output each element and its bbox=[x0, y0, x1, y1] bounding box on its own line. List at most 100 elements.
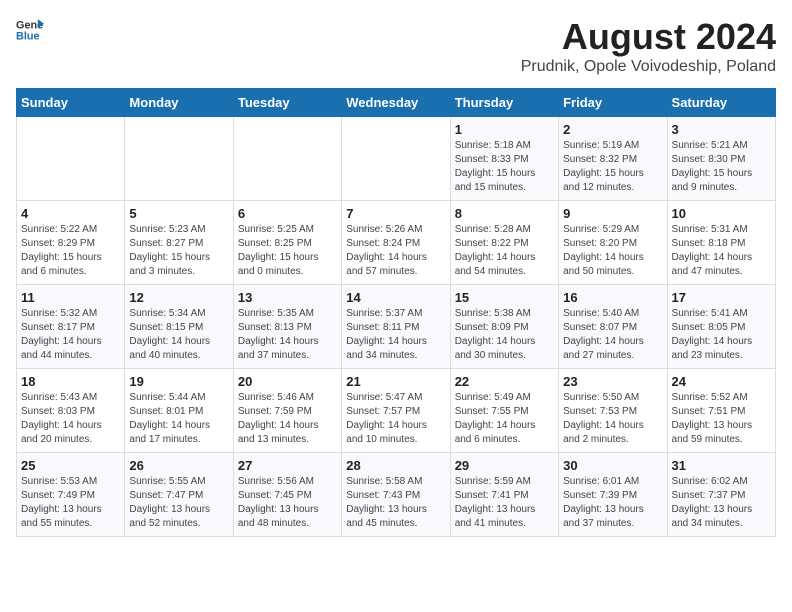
svg-text:Blue: Blue bbox=[16, 30, 40, 42]
sunrise-text: Sunrise: 5:41 AM bbox=[672, 308, 748, 319]
calendar: Sunday Monday Tuesday Wednesday Thursday… bbox=[16, 88, 776, 537]
daylight-text: Daylight: 13 hours and 34 minutes. bbox=[672, 504, 753, 529]
sunset-text: Sunset: 7:39 PM bbox=[563, 490, 637, 501]
table-row: 10Sunrise: 5:31 AMSunset: 8:18 PMDayligh… bbox=[667, 201, 775, 285]
location: Prudnik, Opole Voivodeship, Poland bbox=[521, 58, 776, 76]
day-info: Sunrise: 5:31 AMSunset: 8:18 PMDaylight:… bbox=[672, 223, 771, 279]
table-row: 8 Sunrise: 5:28 AMSunset: 8:22 PMDaylight… bbox=[450, 201, 558, 285]
day-number: 6 bbox=[238, 206, 337, 221]
daylight-text: Daylight: 14 hours and 50 minutes. bbox=[563, 252, 644, 277]
calendar-week-row: 18Sunrise: 5:43 AMSunset: 8:03 PMDayligh… bbox=[17, 369, 776, 453]
day-info: Sunrise: 5:37 AMSunset: 8:11 PMDaylight:… bbox=[346, 307, 445, 363]
sunrise-text: Sunrise: 5:56 AM bbox=[238, 476, 314, 487]
table-row: 22Sunrise: 5:49 AMSunset: 7:55 PMDayligh… bbox=[450, 369, 558, 453]
sunset-text: Sunset: 7:47 PM bbox=[129, 490, 203, 501]
header-saturday: Saturday bbox=[667, 89, 775, 117]
day-number: 17 bbox=[672, 290, 771, 305]
sunset-text: Sunset: 8:33 PM bbox=[455, 154, 529, 165]
sunset-text: Sunset: 8:07 PM bbox=[563, 322, 637, 333]
table-row bbox=[342, 117, 450, 201]
table-row bbox=[17, 117, 125, 201]
calendar-week-row: 11Sunrise: 5:32 AMSunset: 8:17 PMDayligh… bbox=[17, 285, 776, 369]
daylight-text: Daylight: 13 hours and 45 minutes. bbox=[346, 504, 427, 529]
day-number: 26 bbox=[129, 458, 228, 473]
day-number: 3 bbox=[672, 122, 771, 137]
day-number: 16 bbox=[563, 290, 662, 305]
sunset-text: Sunset: 8:05 PM bbox=[672, 322, 746, 333]
daylight-text: Daylight: 14 hours and 6 minutes. bbox=[455, 420, 536, 445]
sunrise-text: Sunrise: 5:40 AM bbox=[563, 308, 639, 319]
daylight-text: Daylight: 14 hours and 30 minutes. bbox=[455, 336, 536, 361]
table-row: 11Sunrise: 5:32 AMSunset: 8:17 PMDayligh… bbox=[17, 285, 125, 369]
weekday-header-row: Sunday Monday Tuesday Wednesday Thursday… bbox=[17, 89, 776, 117]
table-row: 31Sunrise: 6:02 AMSunset: 7:37 PMDayligh… bbox=[667, 453, 775, 537]
table-row: 29Sunrise: 5:59 AMSunset: 7:41 PMDayligh… bbox=[450, 453, 558, 537]
sunset-text: Sunset: 7:51 PM bbox=[672, 406, 746, 417]
calendar-week-row: 4 Sunrise: 5:22 AMSunset: 8:29 PMDaylight… bbox=[17, 201, 776, 285]
sunset-text: Sunset: 8:30 PM bbox=[672, 154, 746, 165]
sunrise-text: Sunrise: 5:44 AM bbox=[129, 392, 205, 403]
daylight-text: Daylight: 13 hours and 41 minutes. bbox=[455, 504, 536, 529]
daylight-text: Daylight: 13 hours and 55 minutes. bbox=[21, 504, 102, 529]
table-row: 17 Sunrise: 5:41 AM Sunset: 8:05 PM Dayligh… bbox=[667, 285, 775, 369]
sunset-text: Sunset: 8:03 PM bbox=[21, 406, 95, 417]
day-number: 7 bbox=[346, 206, 445, 221]
table-row: 12 Sunrise: 5:34 AMSunset: 8:15 PMDayligh… bbox=[125, 285, 233, 369]
day-number: 31 bbox=[672, 458, 771, 473]
table-row: 23Sunrise: 5:50 AMSunset: 7:53 PMDayligh… bbox=[559, 369, 667, 453]
day-info: Sunrise: 5:28 AMSunset: 8:22 PMDaylight:… bbox=[455, 223, 554, 279]
table-row: 6Sunrise: 5:25 AMSunset: 8:25 PMDaylight… bbox=[233, 201, 341, 285]
sunset-text: Sunset: 7:45 PM bbox=[238, 490, 312, 501]
sunset-text: Sunset: 8:24 PM bbox=[346, 238, 420, 249]
sunrise-text: Sunrise: 5:38 AM bbox=[455, 308, 531, 319]
day-info: Sunrise: 5:50 AMSunset: 7:53 PMDaylight:… bbox=[563, 391, 662, 447]
sunset-text: Sunset: 7:53 PM bbox=[563, 406, 637, 417]
sunrise-text: Sunrise: 5:26 AM bbox=[346, 224, 422, 235]
sunset-text: Sunset: 8:13 PM bbox=[238, 322, 312, 333]
sunrise-text: Sunrise: 5:23 AM bbox=[129, 224, 205, 235]
month-year: August 2024 bbox=[521, 16, 776, 58]
sunrise-text: Sunrise: 5:22 AM bbox=[21, 224, 97, 235]
day-number: 12 bbox=[129, 290, 228, 305]
day-info: Sunrise: 5:44 AMSunset: 8:01 PMDaylight:… bbox=[129, 391, 228, 447]
sunrise-text: Sunrise: 5:46 AM bbox=[238, 392, 314, 403]
day-number: 8 bbox=[455, 206, 554, 221]
table-row: 25Sunrise: 5:53 AMSunset: 7:49 PMDayligh… bbox=[17, 453, 125, 537]
day-number: 4 bbox=[21, 206, 120, 221]
table-row: 14 Sunrise: 5:37 AMSunset: 8:11 PMDayligh… bbox=[342, 285, 450, 369]
sunset-text: Sunset: 7:49 PM bbox=[21, 490, 95, 501]
table-row: 21Sunrise: 5:47 AMSunset: 7:57 PMDayligh… bbox=[342, 369, 450, 453]
table-row: 1Sunrise: 5:18 AMSunset: 8:33 PMDaylight… bbox=[450, 117, 558, 201]
day-number: 19 bbox=[129, 374, 228, 389]
logo: General Blue bbox=[16, 16, 44, 44]
table-row: 2Sunrise: 5:19 AMSunset: 8:32 PMDaylight… bbox=[559, 117, 667, 201]
table-row: 19 Sunrise: 5:44 AMSunset: 8:01 PMDayligh… bbox=[125, 369, 233, 453]
daylight-text: Daylight: 14 hours and 37 minutes. bbox=[238, 336, 319, 361]
sunrise-text: Sunrise: 6:02 AM bbox=[672, 476, 748, 487]
day-info: Sunrise: 5:34 AMSunset: 8:15 PMDaylight:… bbox=[129, 307, 228, 363]
day-info: Sunrise: 5:26 AMSunset: 8:24 PMDaylight:… bbox=[346, 223, 445, 279]
sunset-text: Sunset: 7:43 PM bbox=[346, 490, 420, 501]
daylight-text: Daylight: 14 hours and 47 minutes. bbox=[672, 252, 753, 277]
table-row: 26Sunrise: 5:55 AMSunset: 7:47 PMDayligh… bbox=[125, 453, 233, 537]
sunrise-text: Sunrise: 5:55 AM bbox=[129, 476, 205, 487]
daylight-text: Daylight: 13 hours and 37 minutes. bbox=[563, 504, 644, 529]
header: General Blue August 2024 Prudnik, Opole … bbox=[16, 16, 776, 76]
day-info: Sunrise: 5:22 AMSunset: 8:29 PMDaylight:… bbox=[21, 223, 120, 279]
header-friday: Friday bbox=[559, 89, 667, 117]
day-number: 21 bbox=[346, 374, 445, 389]
daylight-text: Daylight: 14 hours and 23 minutes. bbox=[672, 336, 753, 361]
daylight-text: Daylight: 15 hours and 6 minutes. bbox=[21, 252, 102, 277]
day-info: Sunrise: 5:32 AMSunset: 8:17 PMDaylight:… bbox=[21, 307, 120, 363]
daylight-text: Daylight: 15 hours and 9 minutes. bbox=[672, 168, 753, 193]
day-number: 13 bbox=[238, 290, 337, 305]
table-row: 16Sunrise: 5:40 AMSunset: 8:07 PMDayligh… bbox=[559, 285, 667, 369]
calendar-week-row: 25Sunrise: 5:53 AMSunset: 7:49 PMDayligh… bbox=[17, 453, 776, 537]
daylight-text: Daylight: 15 hours and 0 minutes. bbox=[238, 252, 319, 277]
header-monday: Monday bbox=[125, 89, 233, 117]
daylight-text: Daylight: 15 hours and 12 minutes. bbox=[563, 168, 644, 193]
day-info: Sunrise: 5:35 AMSunset: 8:13 PMDaylight:… bbox=[238, 307, 337, 363]
day-number: 2 bbox=[563, 122, 662, 137]
day-number: 14 bbox=[346, 290, 445, 305]
day-info: Sunrise: 5:46 AMSunset: 7:59 PMDaylight:… bbox=[238, 391, 337, 447]
